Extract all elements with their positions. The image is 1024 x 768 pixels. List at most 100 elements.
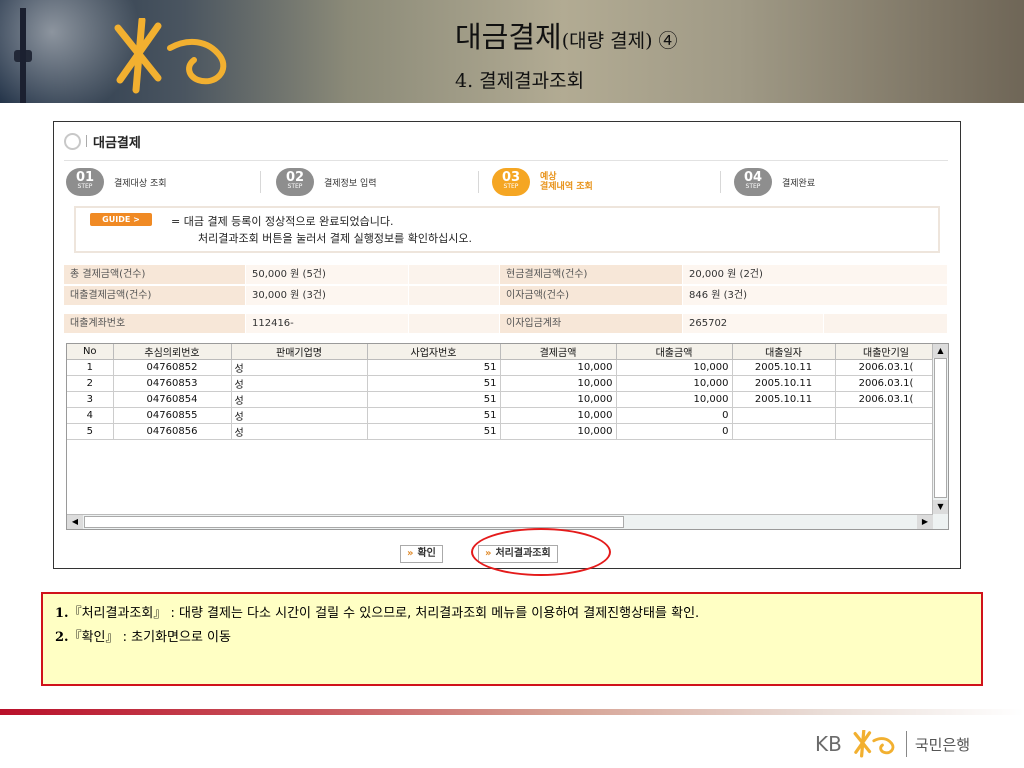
cell-payment-amount: 10,000	[500, 391, 617, 408]
table-row[interactable]: 2 04760853 성 51 10,000 10,000 2005.10.11…	[67, 375, 938, 392]
cell-no: 5	[67, 423, 114, 440]
cell-loan-date	[732, 407, 836, 424]
step-4: 04 STEP 결제완료	[734, 167, 815, 197]
cell-loan-maturity	[835, 423, 938, 440]
page-heading: 대금결제	[64, 130, 141, 152]
summary-value: 50,000 원 (5건)	[246, 265, 408, 284]
cell-no: 4	[67, 407, 114, 424]
note-line-1: 1.『처리결과조회』 : 대량 결제는 다소 시간이 걸릴 수 있으므로, 처리…	[55, 606, 700, 621]
divider	[86, 135, 87, 147]
footer-rule	[0, 709, 1024, 715]
table-row[interactable]: 1 04760852 성 51 10,000 10,000 2005.10.11…	[67, 359, 938, 376]
cell-no: 1	[67, 359, 114, 376]
summary-row-1: 총 결제금액(건수) 50,000 원 (5건) 현금결제금액(건수) 20,0…	[64, 265, 948, 284]
bank-name: 국민은행	[914, 735, 971, 754]
slide-subtitle: 4. 결제결과조회	[455, 70, 585, 92]
column-header[interactable]: 사업자번호	[367, 344, 501, 360]
highlight-circle	[471, 528, 611, 576]
step-3-badge: 03 STEP	[492, 168, 530, 196]
step-divider	[720, 171, 721, 193]
slide-header: 대금결제(대량 결제) ④ 4. 결제결과조회	[0, 0, 1024, 103]
step-2: 02 STEP 결제정보 입력	[276, 167, 377, 197]
cell-seller: 성	[231, 375, 368, 392]
step-1-label: 결제대상 조회	[114, 178, 167, 189]
summary-blank	[409, 314, 499, 333]
column-header[interactable]: 결제금액	[500, 344, 617, 360]
scroll-down-arrow-icon[interactable]: ▼	[933, 500, 948, 514]
scroll-left-arrow-icon[interactable]: ◀	[67, 515, 83, 529]
summary-key: 대출계좌번호	[64, 314, 245, 333]
cell-no: 2	[67, 375, 114, 392]
step-2-badge: 02 STEP	[276, 168, 314, 196]
tower-icon	[20, 8, 26, 103]
column-header[interactable]: No	[67, 344, 114, 360]
summary-blank	[409, 286, 499, 305]
summary-blank	[409, 265, 499, 284]
vertical-scrollbar[interactable]: ▲ ▼	[932, 344, 948, 529]
circle-icon	[64, 132, 81, 150]
table-row[interactable]: 4 04760855 성 51 10,000 0	[67, 407, 938, 424]
scroll-up-arrow-icon[interactable]: ▲	[933, 344, 948, 358]
summary-key: 이자금액(건수)	[500, 286, 682, 305]
column-header[interactable]: 대출만기일	[835, 344, 938, 360]
step-3: 03 STEP 예상 결제내역 조회	[492, 167, 593, 197]
summary-value: 20,000 원 (2건)	[683, 265, 947, 284]
cell-biz-no: 51	[367, 375, 501, 392]
summary-key: 이자입금계좌	[500, 314, 682, 333]
cell-collection-no: 04760852	[113, 359, 232, 376]
cell-biz-no: 51	[367, 391, 501, 408]
payment-grid: No 추심의뢰번호 판매기업명 사업자번호 결제금액 대출금액 대출일자 대출만…	[66, 343, 949, 530]
page-title: 대금결제	[93, 135, 141, 151]
column-header[interactable]: 대출일자	[732, 344, 836, 360]
step-3-label: 예상 결제내역 조회	[540, 172, 593, 192]
guide-badge: GUIDE >	[90, 213, 152, 226]
cell-loan-date	[732, 423, 836, 440]
summary-row-2: 대출결제금액(건수) 30,000 원 (3건) 이자금액(건수) 846 원 …	[64, 286, 948, 305]
horizontal-scrollbar[interactable]: ◀ ▶	[67, 514, 933, 529]
summary-key: 총 결제금액(건수)	[64, 265, 245, 284]
column-header[interactable]: 추심의뢰번호	[113, 344, 232, 360]
footer-logo: KB 국민은행	[815, 730, 970, 758]
summary-value: 112416-	[246, 314, 408, 333]
cell-biz-no: 51	[367, 423, 501, 440]
cell-loan-maturity: 2006.03.1(	[835, 375, 938, 392]
step-4-label: 결제완료	[782, 178, 816, 189]
kb-star-logo-icon	[853, 730, 895, 758]
summary-key: 대출결제금액(건수)	[64, 286, 245, 305]
scroll-right-arrow-icon[interactable]: ▶	[917, 515, 933, 529]
step-1-badge: 01 STEP	[66, 168, 104, 196]
scroll-thumb[interactable]	[84, 516, 624, 528]
table-header-row: No 추심의뢰번호 판매기업명 사업자번호 결제금액 대출금액 대출일자 대출만…	[67, 344, 938, 360]
step-2-label: 결제정보 입력	[324, 178, 377, 189]
kb-text: KB	[815, 732, 842, 756]
cell-loan-amount: 10,000	[616, 359, 733, 376]
kb-star-logo-icon	[114, 18, 227, 94]
confirm-button[interactable]: » 확인	[400, 545, 443, 563]
column-header[interactable]: 판매기업명	[231, 344, 368, 360]
table-row[interactable]: 3 04760854 성 51 10,000 10,000 2005.10.11…	[67, 391, 938, 408]
step-divider	[478, 171, 479, 193]
cell-loan-maturity	[835, 407, 938, 424]
cell-biz-no: 51	[367, 407, 501, 424]
cell-loan-maturity: 2006.03.1(	[835, 391, 938, 408]
double-arrow-icon: »	[407, 548, 414, 559]
cell-loan-amount: 10,000	[616, 375, 733, 392]
payment-table: No 추심의뢰번호 판매기업명 사업자번호 결제금액 대출금액 대출일자 대출만…	[67, 344, 938, 440]
cell-payment-amount: 10,000	[500, 375, 617, 392]
cell-collection-no: 04760854	[113, 391, 232, 408]
cell-collection-no: 04760856	[113, 423, 232, 440]
cell-no: 3	[67, 391, 114, 408]
summary-value: 30,000 원 (3건)	[246, 286, 408, 305]
cell-payment-amount: 10,000	[500, 407, 617, 424]
cell-seller: 성	[231, 391, 368, 408]
guide-line-1: = 대금 결제 등록이 정상적으로 완료되었습니다.	[171, 215, 394, 228]
cell-loan-amount: 0	[616, 423, 733, 440]
table-row[interactable]: 5 04760856 성 51 10,000 0	[67, 423, 938, 440]
scroll-thumb[interactable]	[934, 358, 947, 498]
step-progress: 01 STEP 결제대상 조회 02 STEP 결제정보 입력 03 STEP 예상 결…	[64, 160, 948, 200]
cell-seller: 성	[231, 359, 368, 376]
column-header[interactable]: 대출금액	[616, 344, 733, 360]
cell-loan-date: 2005.10.11	[732, 375, 836, 392]
cell-loan-maturity: 2006.03.1(	[835, 359, 938, 376]
summary-blank	[824, 314, 947, 333]
